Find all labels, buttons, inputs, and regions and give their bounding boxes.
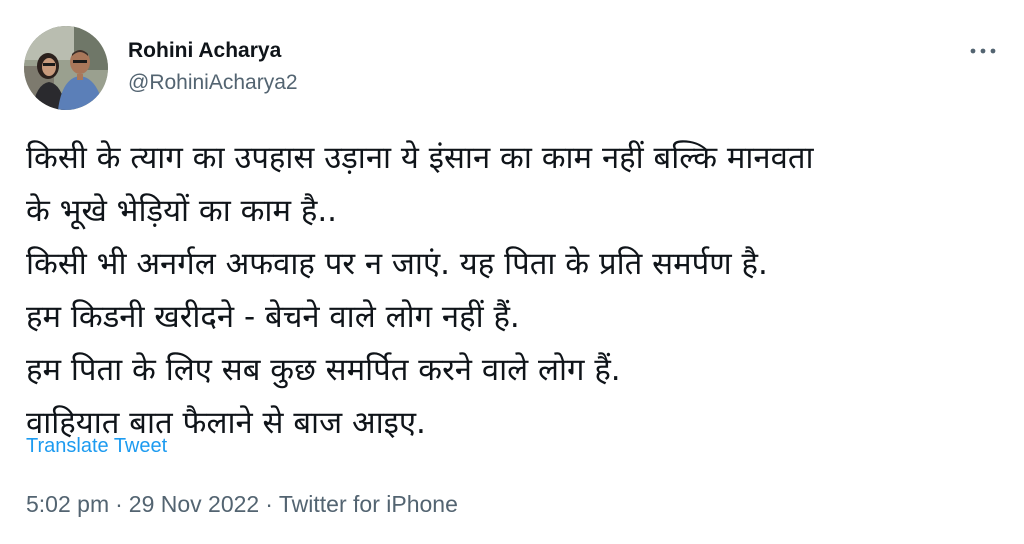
tweet-date[interactable]: 29 Nov 2022 [129, 491, 259, 517]
meta-separator: · [265, 491, 273, 517]
author-handle[interactable]: @RohiniAcharya2 [128, 70, 298, 96]
tweet-text-line: किसी के त्याग का उपहास उड़ाना ये इंसान क… [26, 140, 814, 176]
author-info: Rohini Acharya @RohiniAcharya2 [128, 38, 298, 96]
tweet-text-line: हम पिता के लिए सब कुछ समर्पित करने वाले … [26, 352, 621, 388]
tweet-source[interactable]: Twitter for iPhone [279, 491, 458, 517]
tweet-text-line: किसी भी अनर्गल अफवाह पर न जाएं. यह पिता … [26, 246, 768, 282]
tweet-time[interactable]: 5:02 pm [26, 491, 109, 517]
more-horizontal-icon [970, 48, 996, 54]
tweet-text-line: के भूखे भेड़ियों का काम है.. [26, 193, 338, 229]
avatar[interactable] [24, 26, 108, 110]
translate-tweet-link[interactable]: Translate Tweet [26, 432, 167, 460]
tweet-text-line: हम किडनी खरीदने - बेचने वाले लोग नहीं है… [26, 299, 520, 335]
tweet-header: Rohini Acharya @RohiniAcharya2 [24, 26, 1000, 110]
tweet-card: Rohini Acharya @RohiniAcharya2 किसी के त… [0, 0, 1024, 544]
author-display-name[interactable]: Rohini Acharya [128, 38, 298, 64]
tweet-metadata: 5:02 pm · 29 Nov 2022 · Twitter for iPhone [26, 489, 458, 519]
tweet-text-line: वाहियात बात फैलाने से बाज आइए. [26, 405, 426, 441]
more-options-button[interactable] [966, 36, 1000, 66]
avatar-photo [24, 26, 108, 110]
tweet-text: किसी के त्याग का उपहास उड़ाना ये इंसान क… [26, 132, 1006, 450]
meta-separator: · [115, 491, 123, 517]
